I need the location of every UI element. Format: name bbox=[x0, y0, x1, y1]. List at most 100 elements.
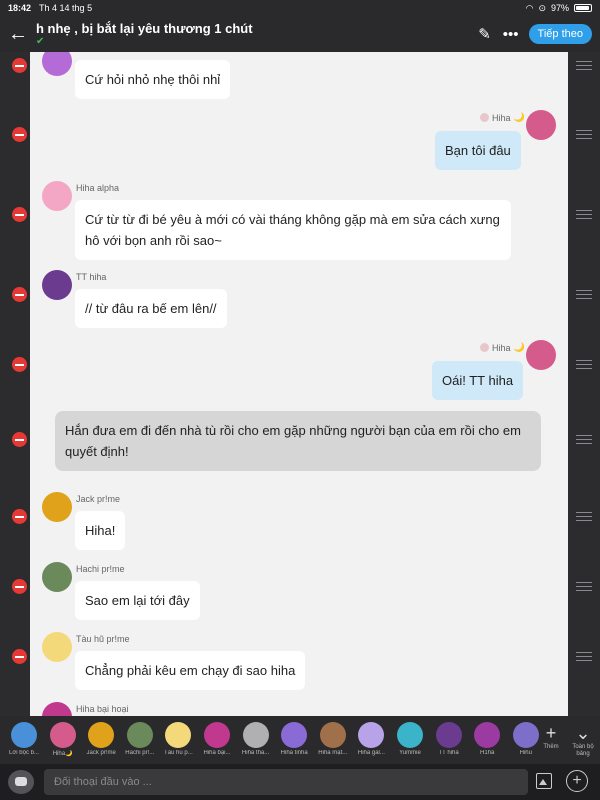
image-icon[interactable] bbox=[536, 773, 552, 789]
character-label: Hiha gal... bbox=[357, 750, 385, 756]
character-chip[interactable]: Hiha tinha bbox=[274, 722, 314, 756]
narration-bubble[interactable]: Hắn đưa em đi đến nhà tù rồi cho em gặp … bbox=[55, 411, 541, 471]
character-avatar bbox=[319, 722, 346, 748]
wifi-icon: ◠ bbox=[525, 2, 534, 13]
character-label: Hachi pr!... bbox=[125, 750, 155, 756]
status-dot bbox=[480, 113, 489, 122]
narration-toggle-icon[interactable] bbox=[8, 770, 34, 794]
expand-all-button[interactable]: ⌄ Toàn bộ bảng bbox=[570, 722, 596, 758]
character-chip[interactable]: Yummie bbox=[390, 722, 430, 756]
battery-percent: 97% bbox=[550, 3, 569, 13]
avatar bbox=[526, 340, 556, 370]
avatar bbox=[526, 110, 556, 140]
character-avatar bbox=[358, 722, 385, 748]
chat-header: ← h nhẹ , bị bắt lại yêu thương 1 chút ✔… bbox=[0, 16, 600, 52]
character-avatar bbox=[281, 722, 308, 748]
chevron-down-icon: ⌄ bbox=[575, 723, 591, 743]
character-label: Lời bộc b... bbox=[9, 750, 39, 756]
delete-message-icon[interactable] bbox=[12, 127, 27, 142]
delete-message-icon[interactable] bbox=[12, 287, 27, 302]
character-avatar bbox=[512, 722, 539, 748]
drag-handle-icon[interactable] bbox=[576, 652, 592, 661]
message-bubble[interactable]: Hiha! bbox=[75, 511, 126, 550]
character-label: H1hâ bbox=[480, 750, 495, 756]
delete-message-icon[interactable] bbox=[12, 432, 27, 447]
message-bubble[interactable]: Bạn tôi đâu bbox=[435, 131, 521, 170]
character-avatar bbox=[88, 722, 115, 748]
drag-handle-icon[interactable] bbox=[576, 130, 592, 139]
drag-handle-icon[interactable] bbox=[576, 290, 592, 299]
status-bar: 18:42 Th 4 14 thg 5 ◠ ⊙ 97% bbox=[0, 0, 600, 16]
message-bubble[interactable]: // từ đâu ra bế em lên// bbox=[75, 289, 227, 328]
character-avatar bbox=[49, 722, 76, 748]
message-bubble[interactable]: Cứ từ từ đi bé yêu à mới có vài tháng kh… bbox=[75, 200, 511, 260]
character-label: Yummie bbox=[399, 750, 421, 756]
drag-handle-icon[interactable] bbox=[576, 512, 592, 521]
drag-handle-icon[interactable] bbox=[576, 61, 592, 70]
avatar bbox=[42, 52, 72, 76]
status-dot bbox=[480, 343, 489, 352]
character-chip[interactable]: Tàu hũ p... bbox=[158, 722, 198, 756]
character-avatar bbox=[204, 722, 230, 748]
battery-icon bbox=[574, 4, 592, 12]
delete-message-icon[interactable] bbox=[12, 579, 27, 594]
back-arrow-icon[interactable]: ← bbox=[0, 23, 36, 46]
message-bubble[interactable]: Cứ hỏi nhỏ nhẹ thôi nhỉ bbox=[75, 60, 231, 99]
character-chip[interactable]: TT hiha bbox=[429, 722, 469, 756]
character-avatar bbox=[11, 722, 37, 748]
delete-message-icon[interactable] bbox=[12, 357, 27, 372]
character-chip[interactable]: Hiha🌙 bbox=[43, 722, 83, 757]
status-date: Th 4 14 thg 5 bbox=[39, 3, 93, 13]
character-avatar bbox=[435, 722, 462, 748]
drag-handle-icon[interactable] bbox=[576, 435, 592, 444]
delete-message-icon[interactable] bbox=[12, 207, 27, 222]
speaker-name: Hachi pr!me bbox=[76, 564, 125, 574]
character-avatar bbox=[474, 722, 501, 748]
avatar bbox=[42, 702, 72, 716]
drag-handle-icon[interactable] bbox=[576, 582, 592, 591]
character-chip[interactable]: Hiha gal... bbox=[351, 722, 391, 756]
character-chip[interactable]: Hiha mặt... bbox=[313, 722, 353, 756]
lock-rotation-icon: ⊙ bbox=[538, 2, 546, 13]
character-chip[interactable]: Hihu bbox=[506, 722, 546, 756]
character-chip[interactable]: Jack pr!me bbox=[81, 722, 121, 756]
drag-handle-icon[interactable] bbox=[576, 360, 592, 369]
character-label: Hiha🌙 bbox=[52, 751, 73, 757]
character-avatar bbox=[397, 722, 423, 748]
avatar bbox=[42, 632, 72, 662]
more-icon[interactable]: ••• bbox=[503, 26, 519, 43]
moon-icon: 🌙 bbox=[513, 342, 525, 352]
add-circle-icon[interactable]: + bbox=[566, 770, 588, 792]
message-bubble[interactable]: Oái! TT hiha bbox=[432, 361, 524, 400]
character-chip[interactable]: Hachi pr!... bbox=[120, 722, 160, 756]
character-label: TT hiha bbox=[438, 750, 459, 756]
input-bar: + bbox=[0, 764, 600, 800]
drag-handle-icon[interactable] bbox=[576, 210, 592, 219]
speaker-name: Hiha bại hoại bbox=[76, 704, 129, 714]
delete-rail bbox=[0, 52, 30, 716]
character-label: Hiha bại... bbox=[203, 750, 231, 756]
next-button[interactable]: Tiếp theo bbox=[528, 24, 592, 44]
avatar bbox=[42, 181, 72, 211]
character-label: Hiha mặt... bbox=[318, 750, 348, 756]
character-chip[interactable]: H1hâ bbox=[467, 722, 507, 756]
chat-area: Cứ hỏi nhỏ nhẹ thôi nhỉ Hiha 🌙 Bạn tôi đ… bbox=[30, 52, 568, 716]
delete-message-icon[interactable] bbox=[12, 58, 27, 73]
avatar bbox=[42, 562, 72, 592]
avatar bbox=[42, 270, 72, 300]
speaker-name: Tàu hũ pr!me bbox=[76, 634, 130, 644]
character-chip[interactable]: Lời bộc b... bbox=[4, 722, 44, 756]
character-chip[interactable]: Hiha bại... bbox=[197, 722, 237, 756]
character-chip[interactable]: Hiha tha... bbox=[236, 722, 276, 756]
delete-message-icon[interactable] bbox=[12, 649, 27, 664]
story-title: h nhẹ , bị bắt lại yêu thương 1 chút bbox=[36, 21, 253, 36]
message-bubble[interactable]: Chẳng phải kêu em chạy đi sao hiha bbox=[75, 651, 306, 690]
message-bubble[interactable]: Sao em lại tới đây bbox=[75, 581, 200, 620]
speaker-name: Hiha bbox=[492, 112, 511, 123]
speaker-name: Hiha alpha bbox=[76, 183, 120, 193]
moon-icon: 🌙 bbox=[513, 112, 525, 122]
dialogue-input[interactable] bbox=[44, 769, 528, 795]
delete-message-icon[interactable] bbox=[12, 509, 27, 524]
reorder-rail bbox=[568, 52, 600, 716]
pencil-icon[interactable]: ✎ bbox=[478, 25, 491, 43]
